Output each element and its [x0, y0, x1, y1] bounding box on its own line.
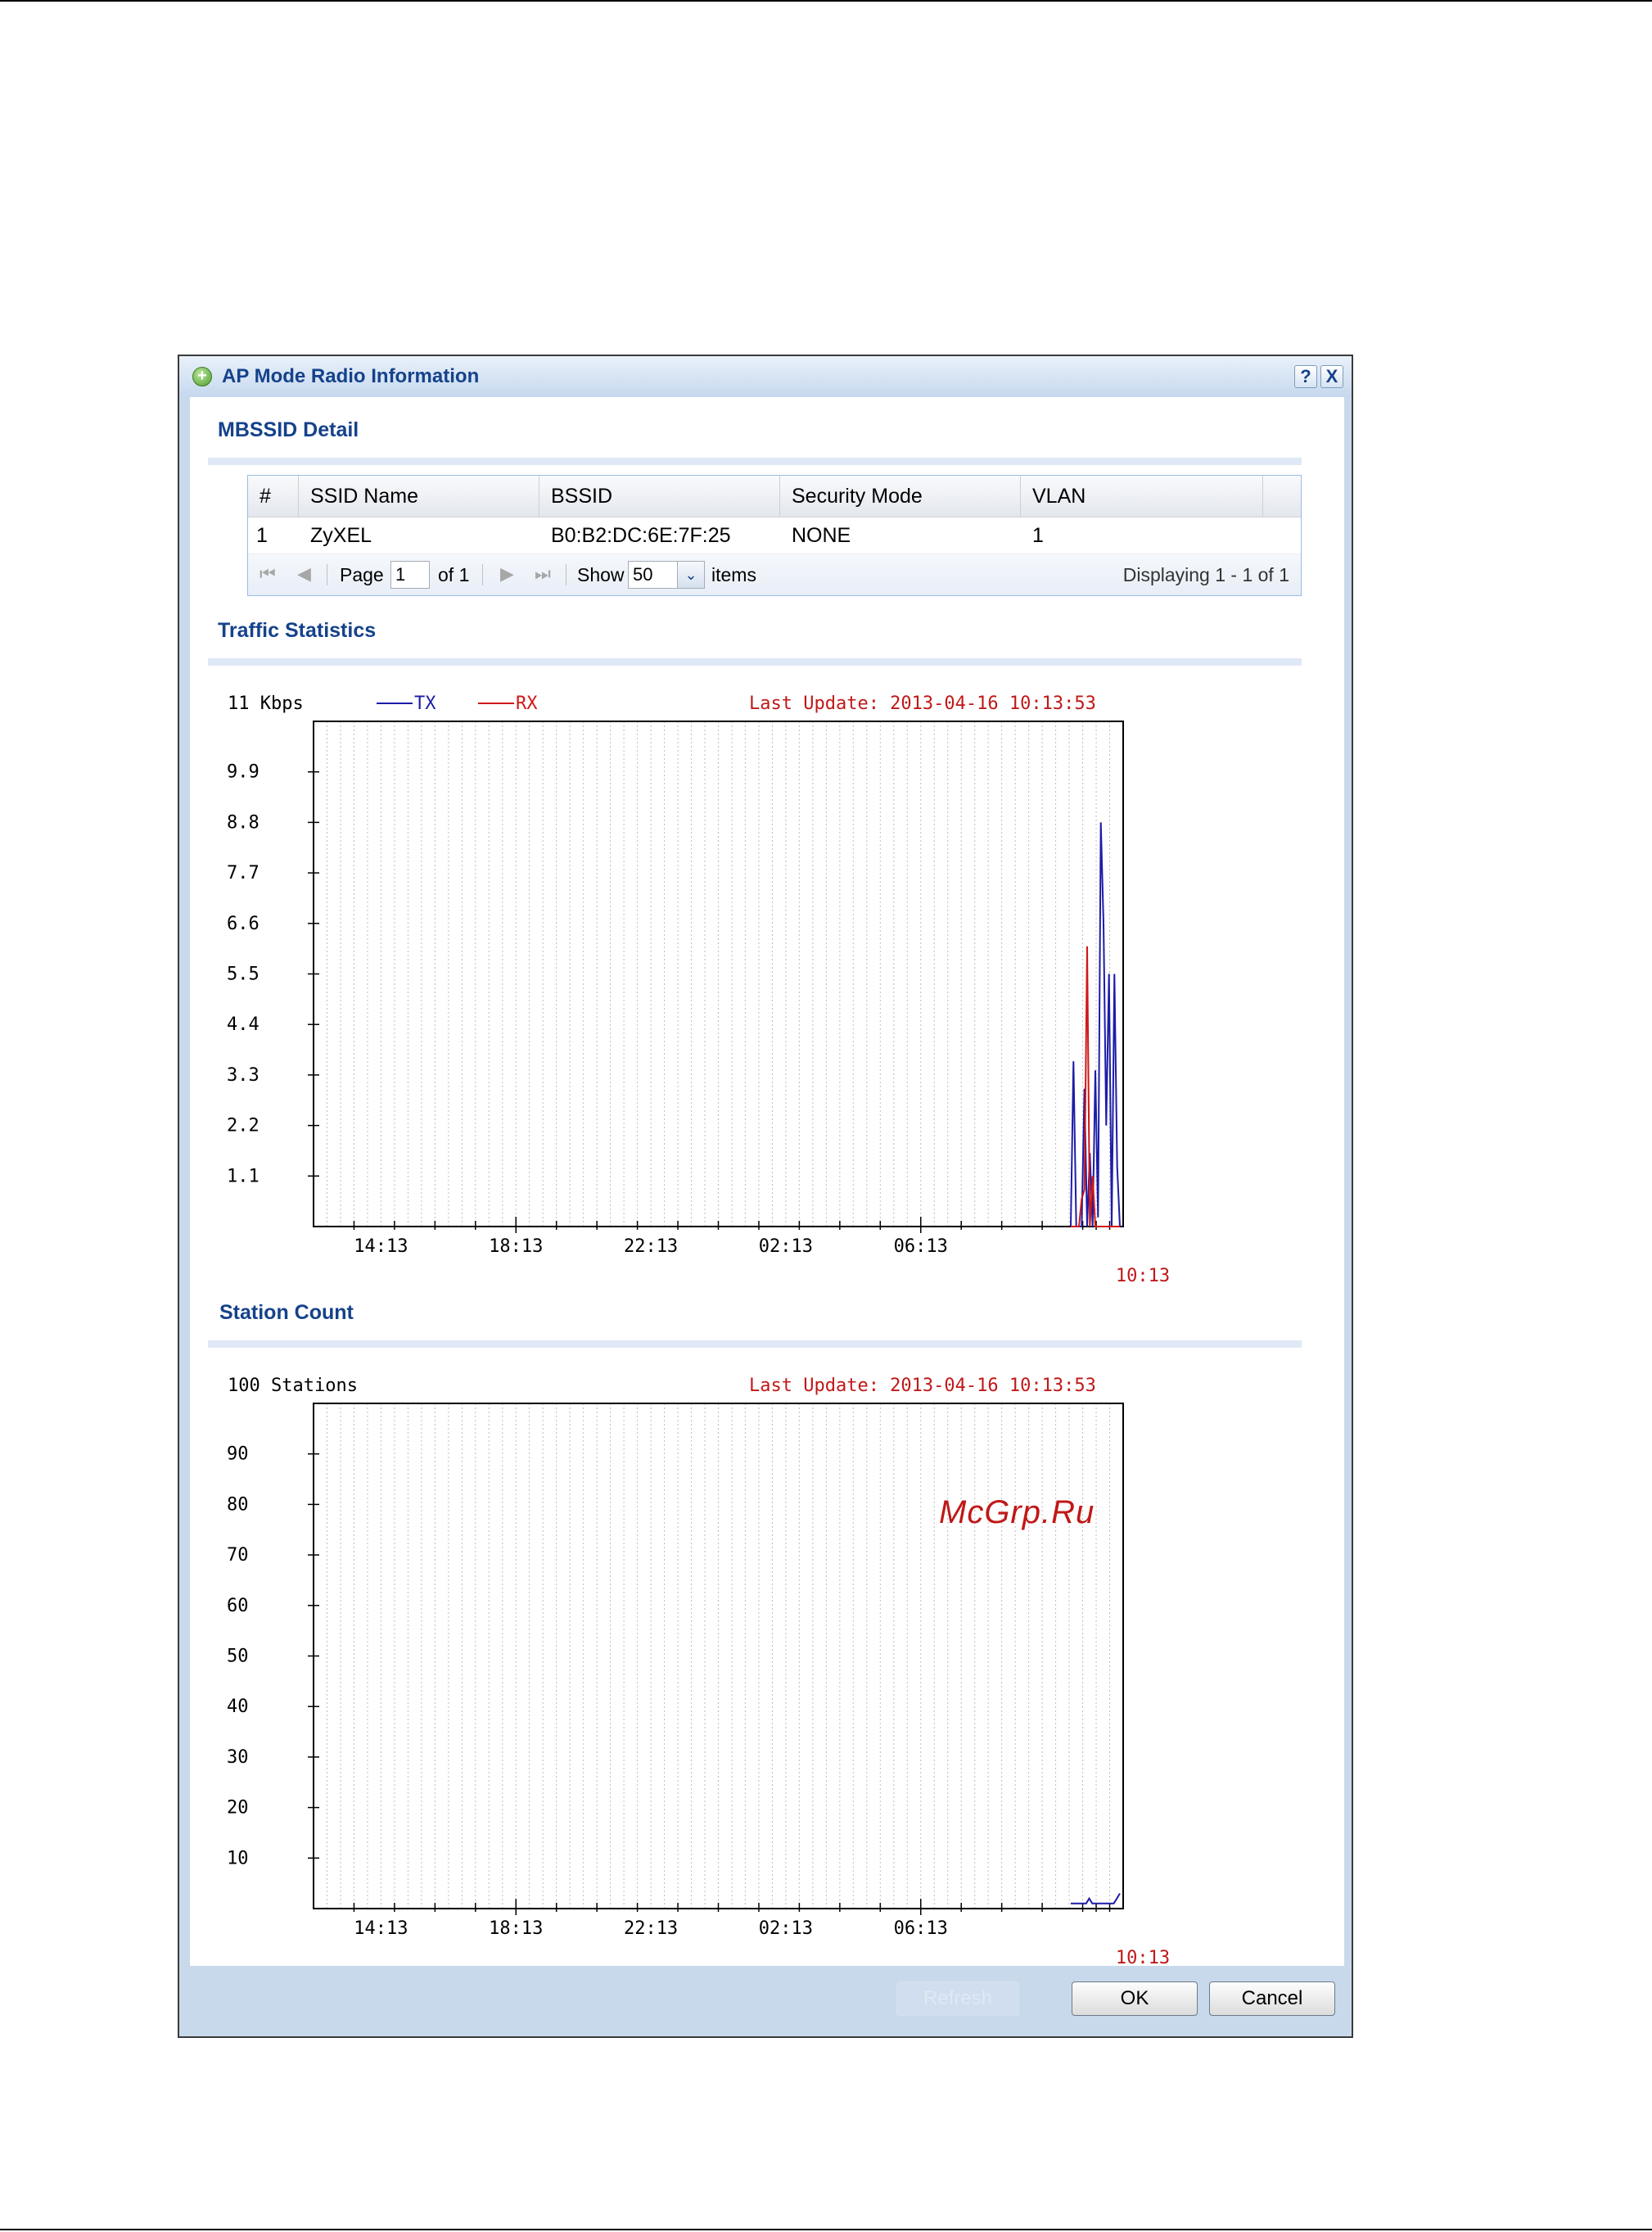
y-tick-label: 90	[227, 1444, 249, 1465]
dialog-titlebar[interactable]: + AP Mode Radio Information ? X	[179, 356, 1352, 397]
station-last-update: Last Update: 2013-04-16 10:13:53	[749, 1376, 1096, 1396]
prev-page-icon[interactable]: ◀	[297, 565, 311, 583]
plot-frame	[313, 1403, 1124, 1909]
traffic-last-update: Last Update: 2013-04-16 10:13:53	[749, 694, 1096, 714]
page-size-value: 50	[633, 564, 653, 585]
x-tick-label: 06:13	[894, 1918, 948, 1939]
station-unit-label: 100 Stations	[228, 1376, 358, 1396]
close-button[interactable]: X	[1320, 365, 1343, 388]
chevron-down-icon[interactable]: ⌄	[677, 562, 704, 588]
x-tick-label: 02:13	[759, 1918, 813, 1939]
ap-mode-radio-dialog: + AP Mode Radio Information ? X MBSSID D…	[178, 355, 1353, 2038]
y-tick-label: 30	[227, 1747, 249, 1768]
x-tick-label: 14:13	[354, 1918, 408, 1939]
info-plus-icon: +	[192, 367, 212, 386]
help-button[interactable]: ?	[1294, 365, 1317, 388]
row-number: 1	[256, 524, 268, 547]
x-tick-label: 22:13	[624, 1236, 678, 1257]
col-number[interactable]: #	[248, 476, 299, 517]
row-vlan: 1	[1032, 524, 1044, 547]
page-of-label: of 1	[438, 564, 470, 585]
x-tick-label: 14:13	[354, 1236, 408, 1257]
cancel-button[interactable]: Cancel	[1209, 1981, 1335, 2016]
page-size-select[interactable]: 50 ⌄	[628, 561, 705, 589]
watermark-text: McGrp.Ru	[939, 1494, 1095, 1530]
ok-button[interactable]: OK	[1072, 1981, 1198, 2016]
traffic-unit-label: 11 Kbps	[228, 694, 304, 714]
row-bssid: B0:B2:DC:6E:7F:25	[551, 524, 731, 547]
x-end-label: 10:13	[1116, 1266, 1170, 1286]
col-ssid-name[interactable]: SSID Name	[299, 476, 539, 517]
series-line	[1070, 822, 1121, 1227]
x-tick-label: 02:13	[759, 1236, 813, 1257]
station-section-rule	[208, 1340, 1302, 1348]
y-tick-label: 4.4	[227, 1014, 260, 1035]
page-input[interactable]: 1	[390, 561, 430, 589]
pager-separator	[482, 564, 483, 585]
row-ssid: ZyXEL	[310, 524, 372, 547]
y-tick-label: 8.8	[227, 812, 260, 833]
station-section-title: Station Count	[219, 1301, 354, 1324]
x-tick-label: 06:13	[894, 1236, 948, 1257]
show-label: Show	[577, 564, 625, 585]
y-tick-label: 9.9	[227, 762, 260, 783]
y-tick-label: 80	[227, 1494, 249, 1515]
y-tick-label: 70	[227, 1545, 249, 1566]
traffic-chart: 11 Kbps TX RX Last Update: 2013-04-16 10…	[227, 694, 1170, 1286]
y-tick-label: 20	[227, 1798, 249, 1819]
y-tick-label: 5.5	[227, 965, 260, 985]
x-tick-label: 18:13	[489, 1236, 543, 1257]
first-page-icon[interactable]: ⏮	[260, 565, 276, 583]
grid-pager: ⏮ ◀ Page 1 of 1 ▶ ⏭ Show 50 ⌄ items Disp…	[248, 554, 1301, 595]
y-tick-label: 1.1	[227, 1166, 260, 1186]
y-tick-label: 3.3	[227, 1065, 260, 1086]
x-tick-label: 22:13	[624, 1918, 678, 1939]
station-plot-area: 10 20 30 40 50 60 70 80 90 14:13 18:13 22:13 02:13 06…	[227, 1403, 1170, 1968]
page-label: Page	[340, 564, 384, 585]
legend-rx-label: RX	[516, 694, 538, 714]
grid-header: # SSID Name BSSID Security Mode VLAN	[248, 476, 1301, 517]
station-chart: 100 Stations Last Update: 2013-04-16 10:…	[227, 1376, 1170, 1968]
items-label: items	[711, 564, 756, 585]
traffic-section-rule	[208, 658, 1302, 666]
next-page-icon[interactable]: ▶	[500, 565, 514, 583]
y-tick-label: 7.7	[227, 863, 260, 883]
traffic-section-title: Traffic Statistics	[218, 619, 377, 642]
mbssid-section-rule	[208, 458, 1302, 465]
y-tick-label: 10	[227, 1848, 249, 1868]
refresh-button[interactable]: Refresh	[896, 1981, 1019, 2016]
dialog-footer: Refresh OK Cancel	[179, 1966, 1352, 2036]
mbssid-grid: # SSID Name BSSID Security Mode VLAN 1 Z…	[247, 475, 1302, 596]
y-tick-label: 2.2	[227, 1116, 260, 1136]
series-line	[1071, 1892, 1121, 1904]
col-vlan[interactable]: VLAN	[1021, 476, 1263, 517]
col-bssid[interactable]: BSSID	[539, 476, 780, 517]
page-bottom-rule	[0, 2229, 1652, 2230]
col-security-mode[interactable]: Security Mode	[780, 476, 1021, 517]
row-security: NONE	[792, 524, 851, 547]
dialog-title: AP Mode Radio Information	[222, 365, 480, 387]
y-tick-label: 6.6	[227, 914, 260, 934]
traffic-plot-area: 1.1 2.2 3.3 4.4 5.5 6.6 7.7 8.8 9.9 14:13 18:13 22:…	[227, 721, 1170, 1286]
legend-tx-label: TX	[414, 694, 436, 714]
displaying-info: Displaying 1 - 1 of 1	[1122, 564, 1289, 585]
y-tick-label: 40	[227, 1697, 249, 1717]
last-page-icon[interactable]: ⏭	[535, 565, 551, 583]
x-tick-label: 18:13	[489, 1918, 543, 1939]
page-top-rule	[0, 0, 1652, 2]
y-tick-label: 50	[227, 1647, 249, 1667]
dialog-body: MBSSID Detail # SSID Name BSSID Security…	[190, 397, 1344, 1968]
y-tick-label: 60	[227, 1596, 249, 1616]
table-row[interactable]: 1 ZyXEL B0:B2:DC:6E:7F:25 NONE 1	[248, 517, 1301, 554]
plot-frame	[313, 721, 1124, 1227]
mbssid-section-title: MBSSID Detail	[218, 418, 359, 441]
